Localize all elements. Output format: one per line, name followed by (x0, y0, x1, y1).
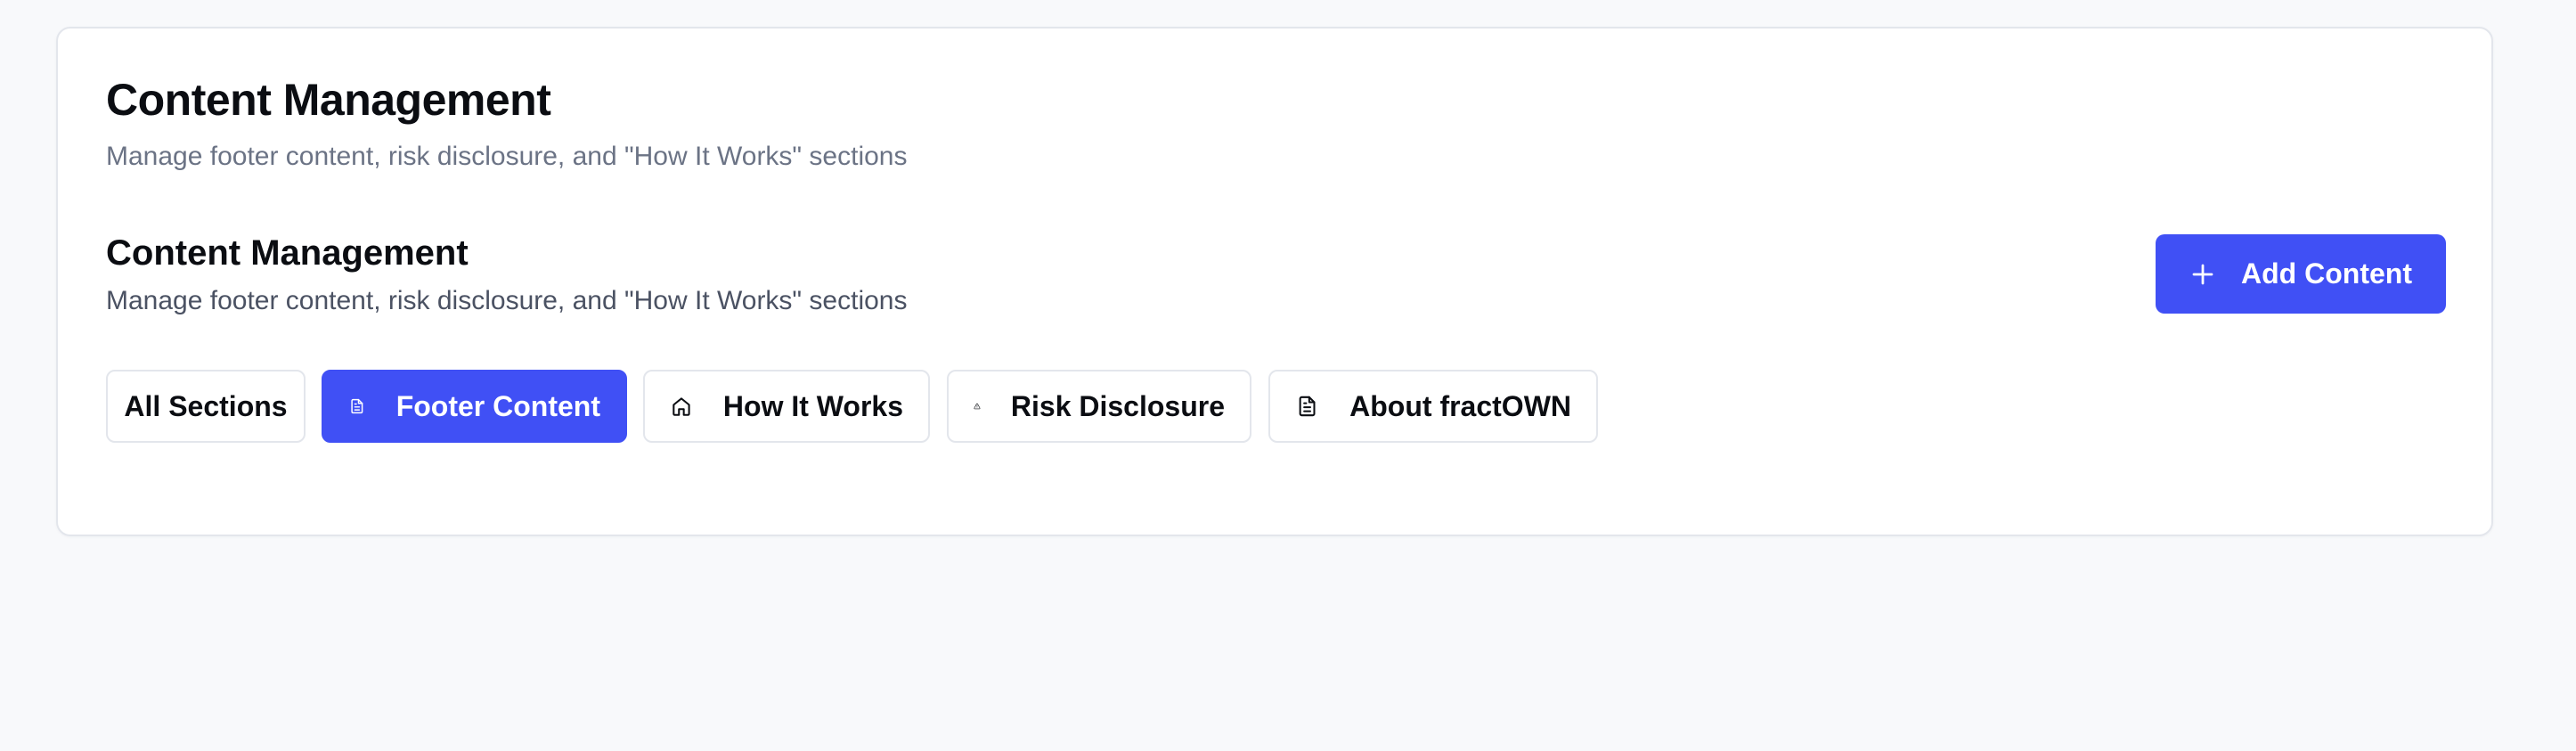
tab-label: Footer Content (395, 389, 600, 422)
tab-about-fractown[interactable]: About fractOWN (1268, 370, 1598, 443)
tab-all-sections[interactable]: All Sections (106, 370, 306, 443)
page-title: Content Management (106, 75, 551, 125)
section-subtitle: Manage footer content, risk disclosure, … (106, 286, 908, 315)
alert-triangle-icon (974, 391, 981, 421)
plus-icon (2189, 261, 2216, 288)
tab-footer-content[interactable]: Footer Content (322, 370, 627, 443)
tab-how-it-works[interactable]: How It Works (643, 370, 930, 443)
page-subtitle: Manage footer content, risk disclosure, … (106, 142, 908, 171)
home-icon (670, 391, 693, 421)
tab-risk-disclosure[interactable]: Risk Disclosure (947, 370, 1251, 443)
add-content-label: Add Content (2241, 257, 2412, 290)
content-management-card: Content Management Manage footer content… (56, 27, 2493, 536)
tab-label: About fractOWN (1349, 389, 1571, 422)
tab-label: All Sections (124, 389, 288, 422)
add-content-button[interactable]: Add Content (2156, 234, 2446, 314)
tab-label: How It Works (722, 389, 903, 422)
tab-label: Risk Disclosure (1010, 389, 1225, 422)
file-text-icon (1295, 391, 1319, 421)
section-title: Content Management (106, 233, 469, 273)
file-text-icon (348, 391, 366, 421)
